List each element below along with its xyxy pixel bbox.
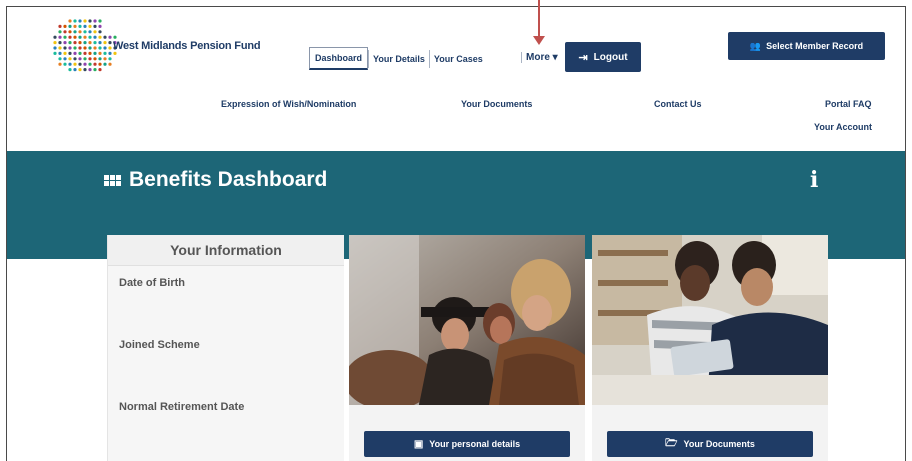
- link-portal-faq[interactable]: Portal FAQ: [825, 99, 872, 109]
- tab-dashboard[interactable]: Dashboard: [309, 47, 369, 70]
- info-icon[interactable]: i: [810, 167, 818, 193]
- your-information-title: Your Information: [108, 235, 344, 266]
- folder-icon: 🗁: [665, 437, 678, 449]
- your-documents-button[interactable]: 🗁 Your Documents: [607, 431, 813, 457]
- link-your-documents[interactable]: Your Documents: [461, 99, 532, 109]
- your-documents-label: Your Documents: [683, 439, 755, 449]
- main-tabs: Dashboard Your Details Your Cases: [309, 47, 487, 70]
- apps-grid-icon: [104, 174, 121, 186]
- tablet-meeting-photo: [592, 235, 828, 405]
- info-row-joined-scheme: Joined Scheme: [119, 339, 200, 351]
- documents-card: 🗁 Your Documents: [592, 235, 828, 461]
- your-personal-details-label: Your personal details: [429, 439, 521, 449]
- page-title-text: Benefits Dashboard: [129, 168, 328, 191]
- page-title: Benefits Dashboard: [104, 168, 327, 192]
- logout-button[interactable]: ⇥ Logout: [565, 42, 641, 72]
- your-information-card: Your Information Date of Birth Joined Sc…: [107, 235, 344, 461]
- annotation-arrow-head-icon: [533, 36, 545, 45]
- info-row-date-of-birth: Date of Birth: [119, 277, 185, 289]
- select-member-record-label: Select Member Record: [766, 41, 864, 51]
- select-member-record-button[interactable]: 👥 Select Member Record: [728, 32, 885, 60]
- logout-label: Logout: [593, 51, 628, 63]
- annotation-arrow-line: [538, 0, 540, 38]
- logout-icon: ⇥: [578, 51, 588, 64]
- info-row-normal-retirement-date: Normal Retirement Date: [119, 401, 245, 413]
- more-menu[interactable]: More ▾: [521, 52, 558, 63]
- your-personal-details-button[interactable]: ▣ Your personal details: [364, 431, 570, 457]
- page-frame: West Midlands Pension Fund Dashboard You…: [6, 6, 906, 461]
- id-card-icon: ▣: [413, 438, 424, 450]
- brand-name: West Midlands Pension Fund: [113, 40, 261, 52]
- users-icon: 👥: [749, 40, 762, 51]
- tab-your-details[interactable]: Your Details: [368, 49, 429, 68]
- link-your-account[interactable]: Your Account: [814, 122, 872, 132]
- link-contact-us[interactable]: Contact Us: [654, 99, 702, 109]
- link-expression-of-wish[interactable]: Expression of Wish/Nomination: [221, 99, 356, 109]
- friends-photo: [344, 235, 585, 410]
- personal-details-card: ▣ Your personal details: [344, 235, 585, 461]
- tab-your-cases[interactable]: Your Cases: [428, 49, 487, 68]
